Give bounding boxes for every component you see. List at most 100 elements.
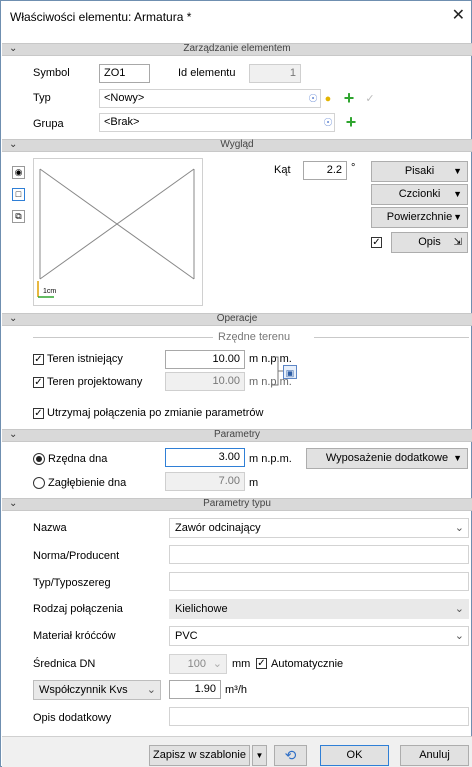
export-icon: ⇲ bbox=[453, 237, 462, 248]
desc-button-label: Opis bbox=[418, 236, 441, 248]
chevron-down-icon: ⌄ bbox=[454, 630, 464, 642]
name-combo-value: Zawór odcinający bbox=[175, 522, 261, 534]
existing-terrain-label: Teren istniejący bbox=[47, 353, 123, 365]
fonts-button-label: Czcionki bbox=[398, 188, 441, 200]
save-template-button[interactable]: Zapisz w szablonie bbox=[149, 745, 250, 766]
info-bulb-icon[interactable]: ☉ bbox=[306, 92, 320, 106]
designed-terrain-checkbox[interactable]: ✓ bbox=[33, 377, 44, 388]
dropdown-arrow-icon: ▼ bbox=[453, 189, 462, 199]
symbol-preview: 1cm bbox=[33, 158, 203, 306]
fonts-button[interactable]: Czcionki ▼ bbox=[371, 184, 468, 205]
terrain-group-label: Rzędne terenu bbox=[218, 331, 291, 343]
dn-combo-value: 100 bbox=[187, 658, 206, 670]
bottom-level-input[interactable]: 3.00 bbox=[165, 448, 245, 467]
depth-input: 7.00 bbox=[165, 472, 245, 491]
angle-input[interactable]: 2.2 bbox=[303, 161, 347, 180]
divider bbox=[314, 337, 469, 338]
additional-equipment-button[interactable]: Wyposażenie dodatkowe ▼ bbox=[306, 448, 468, 469]
dropdown-arrow-icon: ▼ bbox=[453, 166, 462, 176]
bottom-level-radio[interactable] bbox=[33, 453, 45, 465]
desc-checkbox[interactable]: ✓ bbox=[371, 237, 382, 248]
material-label: Materiał króćców bbox=[33, 630, 116, 642]
keep-connections-label: Utrzymaj połączenia po zmianie parametró… bbox=[47, 407, 264, 419]
section-title: Operacje bbox=[216, 313, 258, 324]
section-operations[interactable]: ⌄ Operacje bbox=[2, 313, 472, 326]
section-parameters[interactable]: ⌄ Parametry bbox=[2, 429, 472, 442]
series-label: Typ/Typoszereg bbox=[33, 577, 111, 589]
bottom-level-label: Rzędna dna bbox=[48, 453, 108, 465]
section-type-parameters[interactable]: ⌄ Parametry typu bbox=[2, 498, 472, 511]
depth-radio[interactable] bbox=[33, 477, 45, 489]
id-label: Id elementu bbox=[178, 67, 236, 79]
undo-button[interactable]: ⟲ bbox=[274, 745, 307, 766]
angle-unit: ° bbox=[351, 162, 356, 174]
desc-input[interactable] bbox=[169, 707, 469, 726]
name-label: Nazwa bbox=[33, 522, 67, 534]
depth-unit: m bbox=[249, 477, 259, 489]
section-title: Wygląd bbox=[220, 139, 254, 150]
chevron-down-icon: ⌄ bbox=[454, 603, 464, 615]
section-title: Parametry bbox=[213, 429, 261, 440]
designed-terrain-input: 10.00 bbox=[165, 372, 245, 391]
add-group-plus-icon[interactable]: + bbox=[344, 113, 358, 131]
automatic-checkbox[interactable]: ✓ bbox=[256, 658, 267, 669]
ok-button[interactable]: OK bbox=[320, 745, 389, 766]
keep-connections-checkbox[interactable]: ✓ bbox=[33, 408, 44, 419]
save-template-dropdown[interactable]: ▼ bbox=[252, 745, 267, 766]
type-field[interactable]: <Nowy> bbox=[99, 89, 321, 108]
check-icon[interactable]: ✓ bbox=[363, 92, 377, 106]
symbol-input[interactable]: ZO1 bbox=[99, 64, 150, 83]
kvs-combo-value: Współczynnik Kvs bbox=[39, 684, 128, 696]
desc-button[interactable]: Opis ⇲ bbox=[391, 232, 468, 253]
close-icon[interactable]: ✕ bbox=[452, 5, 465, 25]
material-combo-value: PVC bbox=[175, 630, 198, 642]
symbol-label: Symbol bbox=[33, 67, 70, 79]
dropdown-arrow-icon: ▼ bbox=[453, 212, 462, 222]
pens-button[interactable]: Pisaki ▼ bbox=[371, 161, 468, 182]
surfaces-button-label: Powierzchnie bbox=[386, 211, 453, 223]
connection-combo-value: Kielichowe bbox=[175, 603, 228, 615]
title-bar: Właściwości elementu: Armatura * ✕ bbox=[1, 1, 471, 31]
group-label: Grupa bbox=[33, 118, 64, 130]
material-combo[interactable]: PVC ⌄ bbox=[169, 626, 469, 646]
connection-combo[interactable]: Kielichowe ⌄ bbox=[169, 599, 469, 619]
name-combo[interactable]: Zawór odcinający ⌄ bbox=[169, 518, 469, 538]
divider bbox=[33, 337, 213, 338]
copy-icon[interactable]: ⧉ bbox=[12, 210, 25, 223]
info-bulb-icon[interactable]: ☉ bbox=[321, 116, 335, 130]
connection-label: Rodzaj połączenia bbox=[33, 603, 123, 615]
existing-terrain-checkbox[interactable]: ✓ bbox=[33, 354, 44, 365]
dn-label: Średnica DN bbox=[33, 658, 96, 670]
group-field[interactable]: <Brak> bbox=[99, 113, 335, 132]
chevron-down-icon: ⌄ bbox=[146, 684, 156, 696]
dialog-footer: Zapisz w szablonie ▼ ⟲ OK Anuluj bbox=[2, 736, 472, 767]
bulb-icon[interactable]: ● bbox=[321, 92, 335, 106]
camera-icon[interactable]: ◉ bbox=[12, 166, 25, 179]
add-type-plus-icon[interactable]: + bbox=[342, 89, 356, 107]
layout-icon[interactable]: □ bbox=[12, 188, 25, 201]
properties-dialog: Właściwości elementu: Armatura * ✕ ⌄ Zar… bbox=[0, 0, 472, 767]
type-label: Typ bbox=[33, 92, 51, 104]
chevron-down-icon: ⌄ bbox=[454, 522, 464, 534]
bottom-level-unit: m n.p.m. bbox=[249, 453, 292, 465]
dn-combo: 100 ⌄ bbox=[169, 654, 227, 674]
norm-input[interactable] bbox=[169, 545, 469, 564]
series-input[interactable] bbox=[169, 572, 469, 591]
kvs-input[interactable]: 1.90 bbox=[169, 680, 221, 699]
automatic-label: Automatycznie bbox=[271, 658, 344, 670]
desc-label: Opis dodatkowy bbox=[33, 712, 112, 724]
existing-terrain-input[interactable]: 10.00 bbox=[165, 350, 245, 369]
equipment-button-label: Wyposażenie dodatkowe bbox=[325, 452, 449, 464]
surfaces-button[interactable]: Powierzchnie ▼ bbox=[371, 207, 468, 228]
norm-label: Norma/Producent bbox=[33, 550, 120, 562]
cancel-button[interactable]: Anuluj bbox=[400, 745, 469, 766]
kvs-combo[interactable]: Współczynnik Kvs ⌄ bbox=[33, 680, 161, 700]
lock-icon[interactable]: ▣ bbox=[283, 365, 297, 379]
section-title: Zarządzanie elementem bbox=[183, 43, 291, 54]
dropdown-arrow-icon: ▼ bbox=[255, 751, 264, 760]
pens-button-label: Pisaki bbox=[404, 165, 435, 177]
section-management[interactable]: ⌄ Zarządzanie elementem bbox=[2, 43, 472, 56]
kvs-unit: m³/h bbox=[225, 684, 247, 696]
section-appearance[interactable]: ⌄ Wygląd bbox=[2, 139, 472, 152]
dropdown-arrow-icon: ▼ bbox=[453, 453, 462, 463]
